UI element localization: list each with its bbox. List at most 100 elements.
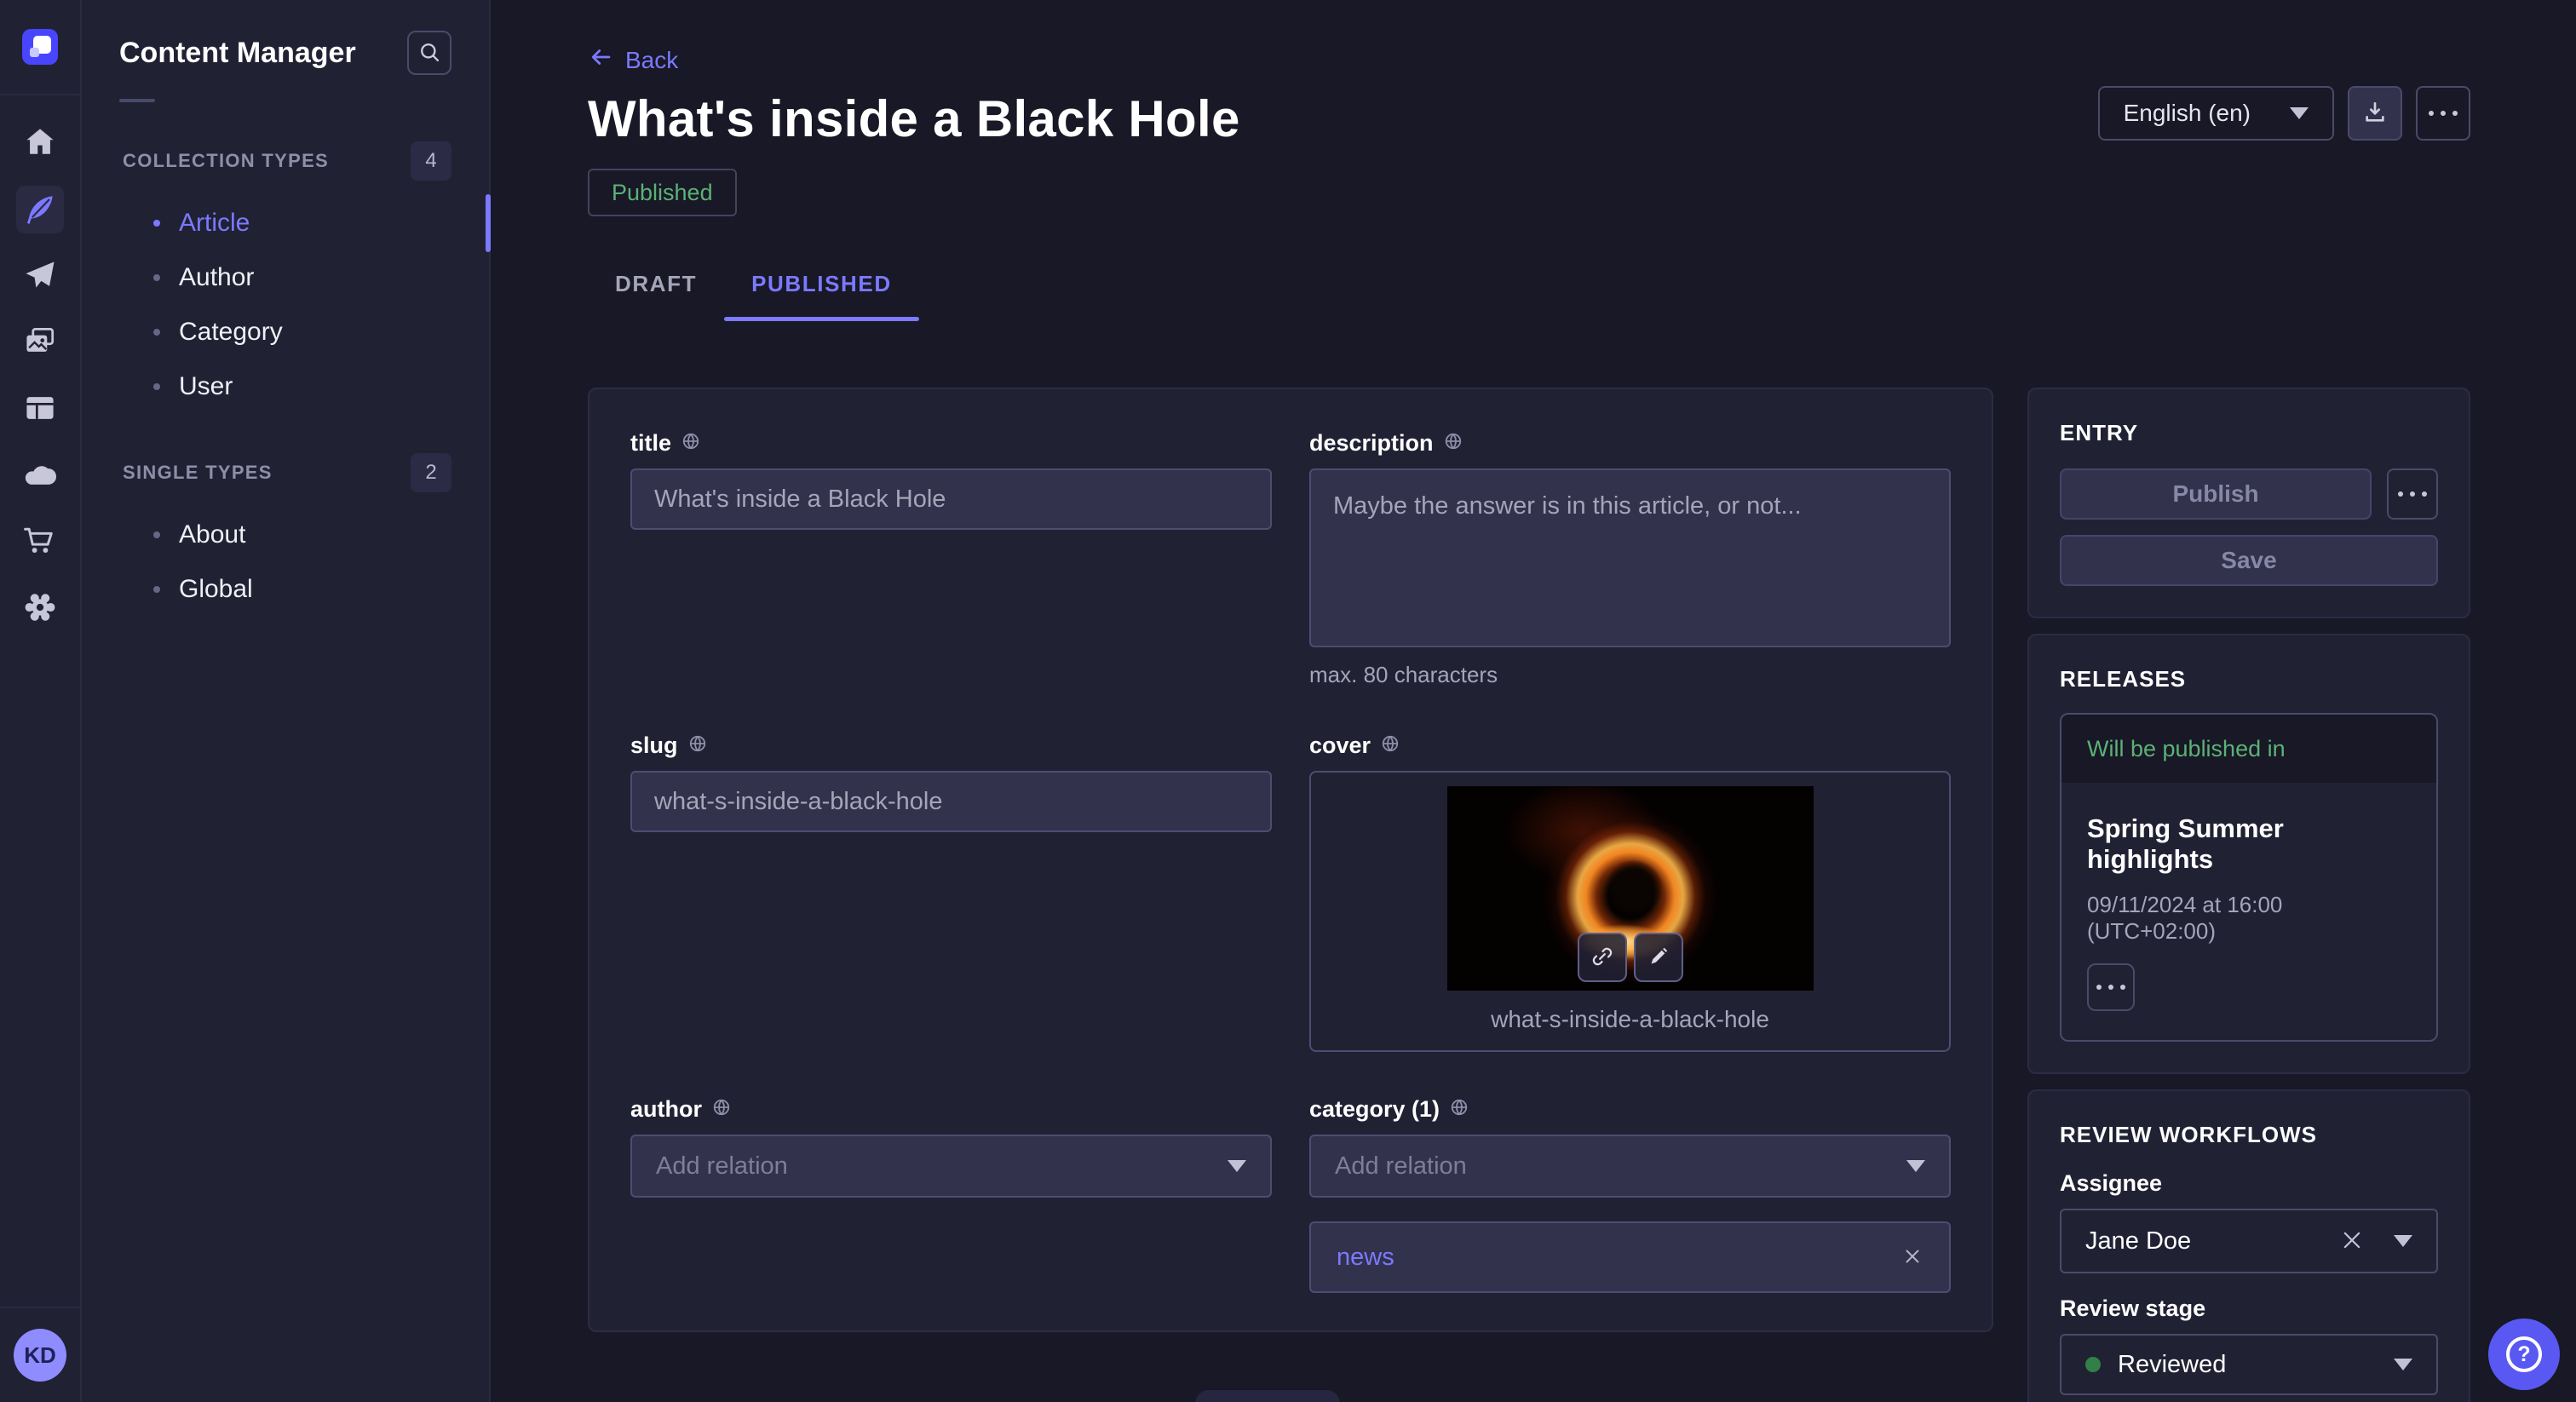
chevron-down-icon (2394, 1359, 2412, 1370)
sidebar-item-article[interactable]: Article (82, 196, 489, 250)
field-author: author Add relation (630, 1096, 1272, 1293)
publish-button[interactable]: Publish (2060, 468, 2372, 520)
entry-actions: Publish (2060, 468, 2438, 520)
field-label: slug (630, 733, 1272, 759)
bullet-icon (153, 220, 160, 227)
review-stage-select[interactable]: Reviewed (2060, 1334, 2438, 1395)
select-placeholder: Add relation (656, 1152, 788, 1181)
chevron-down-icon (2290, 107, 2309, 119)
back-link[interactable]: Back (588, 44, 678, 76)
title-input[interactable] (630, 468, 1272, 530)
search-button[interactable] (407, 31, 451, 75)
edit-cover-button[interactable] (1634, 933, 1683, 982)
strapi-app: KD Content Manager COLLECTION TYPES 4 Ar… (0, 0, 2576, 1402)
icon-rail: KD (0, 0, 82, 1402)
user-avatar[interactable]: KD (14, 1329, 66, 1382)
cloud-button[interactable] (16, 451, 64, 499)
bullet-icon (153, 329, 160, 336)
chevron-down-icon (1906, 1160, 1925, 1172)
description-hint: max. 80 characters (1309, 662, 1951, 688)
field-label-text: cover (1309, 733, 1371, 759)
releases-panel: RELEASES Will be published in Spring Sum… (2027, 634, 2470, 1074)
releases-button[interactable] (16, 252, 64, 300)
search-icon (417, 40, 441, 66)
category-relation-select[interactable]: Add relation (1309, 1135, 1951, 1198)
locale-select[interactable]: English (en) (2098, 86, 2334, 141)
locale-value: English (en) (2124, 100, 2251, 127)
section-count-badge: 2 (411, 453, 451, 492)
release-name: Spring Summer highlights (2087, 813, 2411, 875)
download-icon (2361, 99, 2389, 129)
subnav-header: Content Manager (82, 0, 489, 75)
gear-icon (21, 589, 59, 629)
sidebar-item-category[interactable]: Category (82, 305, 489, 359)
section-count-badge: 4 (411, 141, 451, 181)
field-description: description Maybe the answer is in this … (1309, 430, 1951, 688)
home-button[interactable] (16, 119, 64, 167)
sidebar-item-about[interactable]: About (82, 508, 489, 562)
cover-image (1447, 786, 1814, 991)
field-title: title (630, 430, 1272, 688)
author-relation-select[interactable]: Add relation (630, 1135, 1272, 1198)
more-dots-icon (2398, 491, 2427, 497)
more-dots-icon (2429, 111, 2458, 116)
topbar-actions: English (en) (2098, 86, 2470, 141)
download-button[interactable] (2348, 86, 2402, 141)
stage-status-dot (2085, 1357, 2101, 1372)
remove-relation-button[interactable] (1901, 1245, 1923, 1270)
content-manager-button[interactable] (16, 186, 64, 233)
link-icon (1590, 944, 1615, 972)
settings-button[interactable] (16, 584, 64, 632)
sidebar-item-global[interactable]: Global (82, 562, 489, 617)
sidebar-item-label: User (179, 372, 233, 401)
status-badge: Published (588, 169, 737, 216)
slug-input[interactable] (630, 771, 1272, 832)
panel-title: RELEASES (2060, 666, 2438, 692)
category-tag-link[interactable]: news (1337, 1244, 1394, 1272)
sidebar-item-label: Author (179, 263, 254, 292)
release-more-button[interactable] (2087, 963, 2135, 1011)
globe-icon (688, 733, 707, 759)
description-textarea[interactable]: Maybe the answer is in this article, or … (1309, 468, 1951, 647)
chevron-down-icon (2394, 1235, 2412, 1247)
copy-link-button[interactable] (1578, 933, 1627, 982)
field-label: title (630, 430, 1272, 457)
strapi-logo-icon (22, 28, 58, 66)
collection-types-section: COLLECTION TYPES 4 Article Author Catego… (82, 141, 489, 414)
assignee-combobox[interactable]: Jane Doe (2060, 1209, 2438, 1273)
single-types-list: About Global (82, 508, 489, 617)
field-label-text: title (630, 430, 671, 457)
tab-draft[interactable]: DRAFT (588, 271, 724, 321)
stage-value: Reviewed (2118, 1351, 2226, 1379)
globe-icon (1444, 430, 1463, 457)
rail-user-section: KD (0, 1307, 80, 1402)
globe-icon (1450, 1096, 1469, 1123)
help-button[interactable]: ? (2488, 1319, 2560, 1390)
sidebar-item-author[interactable]: Author (82, 250, 489, 305)
clear-assignee-button[interactable] (2339, 1227, 2365, 1255)
pencil-icon (1646, 944, 1671, 972)
more-options-button[interactable] (2416, 86, 2470, 141)
content-manager-subnav: Content Manager COLLECTION TYPES 4 Artic… (82, 0, 491, 1402)
version-tabs: DRAFT PUBLISHED (588, 271, 2470, 321)
sidebar-item-user[interactable]: User (82, 359, 489, 414)
marketplace-button[interactable] (16, 518, 64, 566)
page-bottom-pill (1195, 1390, 1340, 1402)
strapi-logo[interactable] (22, 29, 58, 65)
content-type-builder-button[interactable] (16, 385, 64, 433)
bullet-icon (153, 383, 160, 390)
field-label: category (1) (1309, 1096, 1951, 1123)
rail-logo-section (0, 0, 80, 95)
chevron-down-icon (1228, 1160, 1246, 1172)
cover-filename: what-s-inside-a-black-hole (1311, 1006, 1949, 1033)
tab-published[interactable]: PUBLISHED (724, 271, 919, 321)
section-label: COLLECTION TYPES (123, 150, 329, 172)
cloud-icon (21, 456, 59, 496)
home-icon (21, 124, 59, 164)
subnav-title: Content Manager (119, 37, 356, 70)
entry-more-button[interactable] (2387, 468, 2438, 520)
panel-title: REVIEW WORKFLOWS (2060, 1122, 2438, 1148)
field-category: category (1) Add relation news (1309, 1096, 1951, 1293)
media-library-button[interactable] (16, 319, 64, 366)
save-button[interactable]: Save (2060, 535, 2438, 586)
